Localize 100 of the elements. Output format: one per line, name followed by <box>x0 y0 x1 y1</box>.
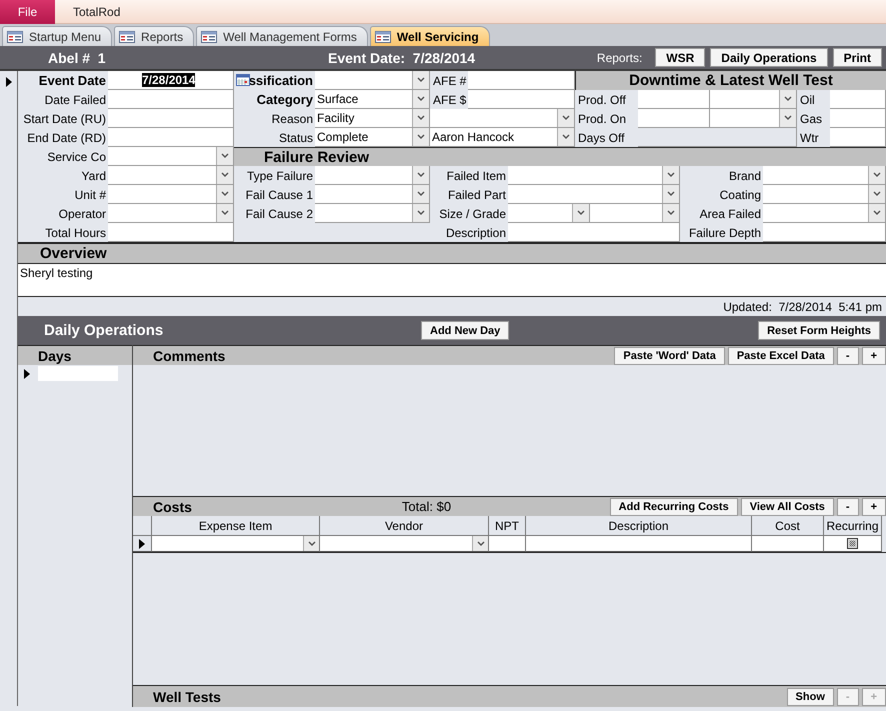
dropdown-field[interactable] <box>108 204 234 223</box>
text-field[interactable] <box>638 90 710 109</box>
table-cell[interactable] <box>489 536 526 552</box>
text-field[interactable] <box>108 90 234 109</box>
app-title: TotalRod <box>73 4 120 18</box>
dropdown-field[interactable] <box>710 109 797 128</box>
text-field[interactable] <box>468 71 575 90</box>
dropdown-field[interactable]: Complete <box>315 128 430 147</box>
table-cell[interactable] <box>824 536 882 552</box>
field-label: Failed Item <box>446 168 507 184</box>
table-cell[interactable] <box>320 536 489 552</box>
table-cell[interactable] <box>752 536 824 552</box>
chevron-down-icon <box>417 172 425 178</box>
field-label: Total Hours <box>44 224 107 242</box>
dropdown-field[interactable] <box>508 166 680 185</box>
dropdown-field[interactable] <box>763 166 886 185</box>
document-tab[interactable]: Well Management Forms <box>196 26 368 46</box>
table-cell[interactable] <box>152 536 320 552</box>
record-pointer-icon <box>24 368 30 378</box>
report-button[interactable]: Print <box>832 48 882 67</box>
text-field[interactable] <box>638 109 710 128</box>
add-new-day-button[interactable]: Add New Day <box>421 321 510 340</box>
form-icon <box>201 30 218 42</box>
document-tab[interactable]: Well Servicing <box>370 26 490 46</box>
overview-text-area[interactable]: Sheryl testing <box>18 263 886 297</box>
chevron-down-icon <box>873 172 881 178</box>
record-pointer-icon <box>139 538 145 548</box>
toolbar-button[interactable]: + <box>862 346 886 364</box>
dropdown-field[interactable] <box>108 166 234 185</box>
text-field[interactable] <box>108 223 234 242</box>
document-tab[interactable]: Reports <box>114 26 194 46</box>
report-button[interactable]: WSR <box>655 48 706 67</box>
chevron-down-icon <box>562 134 570 140</box>
toolbar-button[interactable]: - <box>836 346 859 364</box>
toolbar-button[interactable]: Show <box>786 688 834 706</box>
field-label: Area Failed <box>698 206 762 222</box>
chevron-down-icon <box>417 115 425 121</box>
field-label: Wtr <box>799 130 820 146</box>
dropdown-field[interactable] <box>508 204 590 223</box>
text-field[interactable] <box>108 128 234 147</box>
dropdown-field[interactable]: Facility <box>315 109 430 128</box>
dropdown-field[interactable] <box>108 147 234 166</box>
toolbar-button[interactable]: Add Recurring Costs <box>610 498 738 516</box>
dropdown-field[interactable] <box>315 166 430 185</box>
dropdown-field[interactable] <box>315 204 430 223</box>
chevron-down-icon <box>221 172 229 178</box>
dropdown-field[interactable]: Aaron Hancock <box>430 128 575 147</box>
section-title: Daily Operations <box>44 322 164 339</box>
field-label: Size / Grade <box>438 206 507 222</box>
toolbar-button[interactable]: View All Costs <box>740 498 834 516</box>
text-field[interactable] <box>830 109 886 128</box>
toolbar-button[interactable]: Paste Excel Data <box>728 346 834 364</box>
section-title: Comments <box>153 348 226 364</box>
reports-label: Reports: <box>596 50 642 64</box>
toolbar-button[interactable]: Paste 'Word' Data <box>614 346 725 364</box>
section-header: Days <box>18 345 132 365</box>
dropdown-field[interactable] <box>430 109 575 128</box>
report-button[interactable]: Daily Operations <box>710 48 828 67</box>
text-field[interactable]: 7/28/2014 <box>108 71 234 90</box>
reset-form-heights-button[interactable]: Reset Form Heights <box>758 321 880 340</box>
field-label: AFE $ <box>432 92 468 108</box>
dropdown-field[interactable] <box>108 185 234 204</box>
document-tab[interactable]: Startup Menu <box>2 26 112 46</box>
text-field[interactable] <box>38 366 118 381</box>
dropdown-field[interactable] <box>315 71 430 90</box>
field-label: Failed Part <box>446 186 507 204</box>
chevron-down-icon <box>476 540 484 546</box>
file-menu-button[interactable]: File <box>0 0 55 24</box>
text-field[interactable] <box>830 90 886 109</box>
dropdown-field[interactable] <box>710 90 797 109</box>
checkbox-icon[interactable] <box>847 538 858 549</box>
chevron-down-icon <box>221 210 229 216</box>
dropdown-field[interactable] <box>315 185 430 204</box>
field-label: Days Off <box>577 130 626 146</box>
text-field[interactable] <box>508 223 680 242</box>
field-label: Gas <box>799 110 824 128</box>
text-field[interactable] <box>468 90 575 109</box>
field-label: Prod. On <box>577 110 628 128</box>
field-label: Date Failed <box>44 92 107 108</box>
toolbar-button[interactable]: + <box>862 498 886 516</box>
field-label: ssification <box>234 71 315 90</box>
dropdown-field[interactable]: Surface <box>315 90 430 109</box>
chevron-down-icon <box>221 191 229 197</box>
text-field[interactable] <box>830 128 886 147</box>
dropdown-field[interactable] <box>763 185 886 204</box>
toolbar-button[interactable]: - <box>836 498 859 516</box>
table-cell[interactable] <box>526 536 752 552</box>
section-title: Costs <box>153 498 192 514</box>
field-label: Category <box>256 91 314 109</box>
text-field[interactable] <box>763 223 886 242</box>
dropdown-field[interactable] <box>508 185 680 204</box>
calendar-icon[interactable] <box>236 74 250 86</box>
text-field[interactable] <box>108 109 234 128</box>
updated-timestamp: Updated: 7/28/2014 5:41 pm <box>723 300 882 314</box>
section-header: Overview <box>18 244 886 263</box>
section-header: Failure Review <box>234 147 886 166</box>
dropdown-field[interactable] <box>590 204 680 223</box>
dropdown-field[interactable] <box>763 204 886 223</box>
chevron-down-icon <box>417 134 425 140</box>
form-icon <box>374 30 391 42</box>
